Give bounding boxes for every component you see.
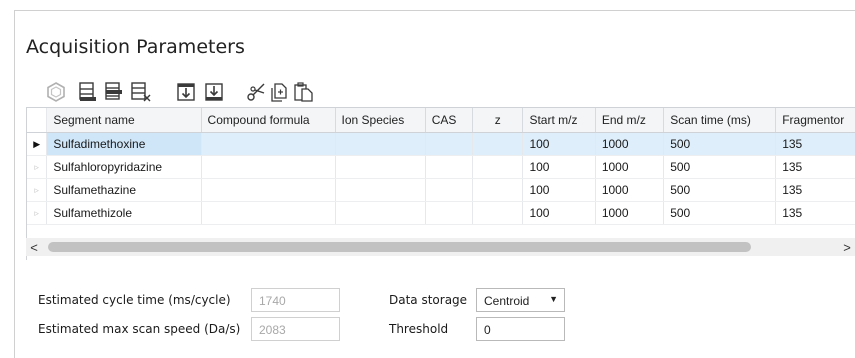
table-cell[interactable]: [201, 178, 336, 202]
insert-row-icon[interactable]: [102, 80, 126, 104]
table-cell[interactable]: [425, 155, 474, 179]
table-cell[interactable]: 100: [522, 201, 596, 225]
data-storage-value: Centroid: [484, 294, 530, 308]
table-cell[interactable]: Sulfahloropyridazine: [46, 155, 202, 179]
table-cell[interactable]: Sulfamethazine: [46, 178, 202, 202]
table-cell[interactable]: [335, 201, 426, 225]
current-row-indicator-icon: ▶: [27, 132, 48, 156]
table-cell[interactable]: 500: [663, 201, 777, 225]
table-cell[interactable]: 1000: [595, 155, 665, 179]
row-indicator-icon: ▹: [27, 178, 48, 202]
threshold-input[interactable]: 0: [476, 317, 565, 341]
table-cell[interactable]: 100: [522, 178, 596, 202]
move-last-icon[interactable]: [202, 80, 226, 104]
scroll-right-icon[interactable]: >: [839, 238, 855, 256]
column-header[interactable]: Compound formula: [201, 108, 336, 133]
data-storage-select[interactable]: Centroid ▼: [476, 288, 565, 312]
table-cell[interactable]: 100: [522, 132, 596, 156]
scrollbar-thumb[interactable]: [48, 242, 751, 252]
threshold-label: Threshold: [389, 322, 449, 336]
cycle-time-field: 1740: [251, 288, 340, 312]
table-cell[interactable]: 135: [775, 201, 855, 225]
table-cell[interactable]: Sulfadimethoxine: [46, 132, 202, 156]
table-cell[interactable]: 1000: [595, 178, 665, 202]
column-header[interactable]: z: [472, 108, 524, 133]
row-indicator-icon: ▹: [27, 155, 48, 179]
table-cell[interactable]: 500: [663, 178, 777, 202]
table-cell[interactable]: 135: [775, 178, 855, 202]
horizontal-scrollbar[interactable]: < >: [26, 238, 855, 256]
table-cell[interactable]: Sulfamethizole: [46, 201, 202, 225]
table-cell[interactable]: [472, 132, 524, 156]
column-header[interactable]: Fragmentor: [775, 108, 855, 133]
table-cell[interactable]: [335, 132, 426, 156]
scroll-left-icon[interactable]: <: [26, 238, 42, 256]
column-header[interactable]: Ion Species: [335, 108, 426, 133]
table-cell[interactable]: 135: [775, 155, 855, 179]
column-header[interactable]: Start m/z: [522, 108, 596, 133]
table-cell[interactable]: [472, 201, 524, 225]
table-cell[interactable]: [472, 155, 524, 179]
table-row[interactable]: ▹ Sulfahloropyridazine 100 1000 500 135: [27, 155, 855, 179]
table-cell[interactable]: [425, 201, 474, 225]
page-title: Acquisition Parameters: [26, 36, 245, 58]
column-header[interactable]: Segment name: [46, 108, 202, 133]
table-cell[interactable]: [201, 132, 336, 156]
table-cell[interactable]: [335, 178, 426, 202]
table-row[interactable]: ▹ Sulfamethizole 100 1000 500 135: [27, 201, 855, 225]
table-cell[interactable]: [201, 155, 336, 179]
table-cell[interactable]: 100: [522, 155, 596, 179]
table-cell[interactable]: 1000: [595, 201, 665, 225]
table-cell[interactable]: [201, 201, 336, 225]
copy-icon[interactable]: [268, 80, 292, 104]
chevron-down-icon[interactable]: ▼: [549, 294, 558, 304]
table-cell[interactable]: 500: [663, 155, 777, 179]
scan-speed-field: 2083: [251, 317, 340, 341]
table-cell[interactable]: 500: [663, 132, 777, 156]
add-row-icon[interactable]: [76, 80, 100, 104]
column-header[interactable]: Scan time (ms): [663, 108, 777, 133]
table-cell[interactable]: [425, 178, 474, 202]
table-cell[interactable]: 1000: [595, 132, 665, 156]
hexagon-icon[interactable]: [44, 80, 68, 104]
table-cell[interactable]: [472, 178, 524, 202]
table-header: Segment name Compound formula Ion Specie…: [27, 108, 855, 133]
table-row[interactable]: ▹ Sulfamethazine 100 1000 500 135: [27, 178, 855, 202]
scan-speed-label: Estimated max scan speed (Da/s): [38, 322, 241, 336]
row-indicator-icon: ▹: [27, 201, 48, 225]
move-down-icon[interactable]: [174, 80, 198, 104]
table-cell[interactable]: 135: [775, 132, 855, 156]
row-header-corner: [27, 108, 48, 133]
table-cell[interactable]: [335, 155, 426, 179]
table-row[interactable]: ▶ Sulfadimethoxine 100 1000 500 135: [27, 132, 855, 156]
paste-icon[interactable]: [292, 80, 316, 104]
table-cell[interactable]: [425, 132, 474, 156]
column-header[interactable]: End m/z: [595, 108, 665, 133]
cycle-time-label: Estimated cycle time (ms/cycle): [38, 293, 231, 307]
delete-row-icon[interactable]: [128, 80, 152, 104]
cut-icon[interactable]: [244, 80, 268, 104]
column-header[interactable]: CAS: [425, 108, 474, 133]
data-storage-label: Data storage: [389, 293, 468, 307]
